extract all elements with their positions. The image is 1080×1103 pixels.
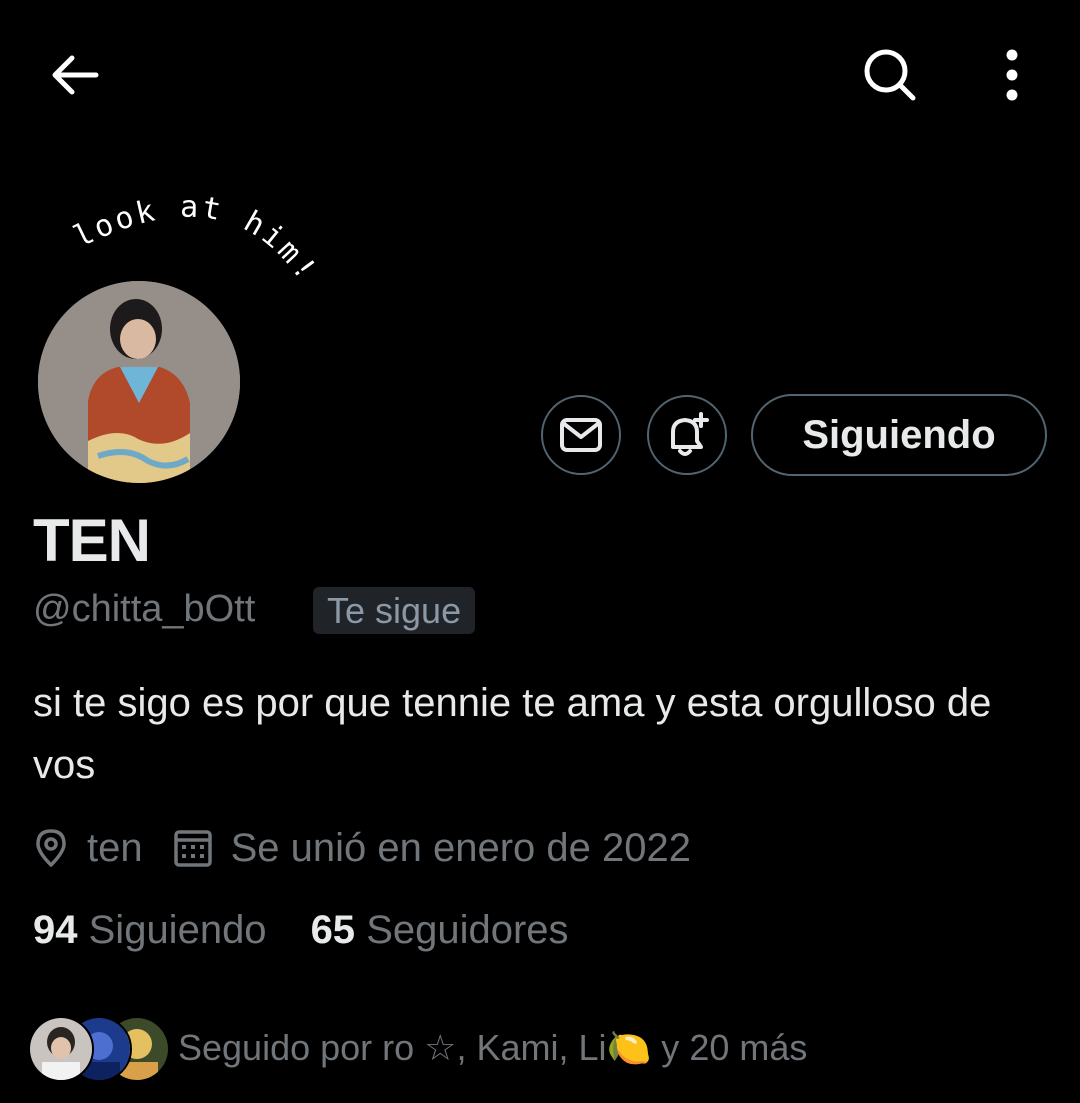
more-vertical-icon (1006, 49, 1018, 101)
profile-joined-date: Se unió en enero de 2022 (230, 825, 691, 870)
search-button[interactable] (855, 40, 925, 110)
profile-location: ten (87, 825, 143, 870)
location-pin-icon (33, 828, 69, 868)
following-count: 94 (33, 908, 78, 952)
message-button[interactable] (541, 395, 621, 475)
avatar (28, 1016, 94, 1082)
following-stat-label: Siguiendo (88, 908, 267, 952)
bell-plus-icon (671, 412, 709, 456)
calendar-icon (173, 828, 213, 868)
followed-by-row[interactable]: Seguido por ro ☆, Kami, Li🍋 y 20 más (28, 1013, 807, 1083)
profile-bio: si te sigo es por que tennie te ama y es… (33, 681, 992, 787)
followers-stat[interactable]: 65 Seguidores (311, 908, 569, 953)
profile-stats: 94 Siguiendo 65 Seguidores (33, 908, 569, 953)
profile-avatar[interactable] (38, 281, 240, 483)
more-options-button[interactable] (980, 40, 1044, 110)
following-button[interactable]: Siguiendo (751, 394, 1047, 476)
followers-count: 65 (310, 908, 356, 952)
followed-by-text: Seguido por ro ☆, Kami, Li🍋 y 20 más (178, 1027, 808, 1068)
back-button[interactable] (40, 40, 110, 110)
search-icon (864, 49, 916, 101)
followers-you-know-avatars (28, 1015, 170, 1082)
profile-meta: ten Se unió en enero de 2022 (33, 820, 691, 876)
following-stat[interactable]: 94 Siguiendo (33, 908, 267, 953)
followers-stat-label: Seguidores (366, 908, 569, 952)
svg-text:look at him!: look at him! (68, 190, 324, 289)
avatar-image (38, 281, 240, 483)
envelope-icon (560, 418, 602, 452)
arrow-left-icon (52, 55, 99, 95)
profile-handle: @chitta_bOtt (33, 588, 256, 630)
following-button-label: Siguiendo (802, 412, 996, 457)
notifications-button[interactable] (647, 395, 727, 475)
follows-you-badge: Te sigue (313, 587, 476, 634)
display-name: TEN (33, 507, 151, 574)
